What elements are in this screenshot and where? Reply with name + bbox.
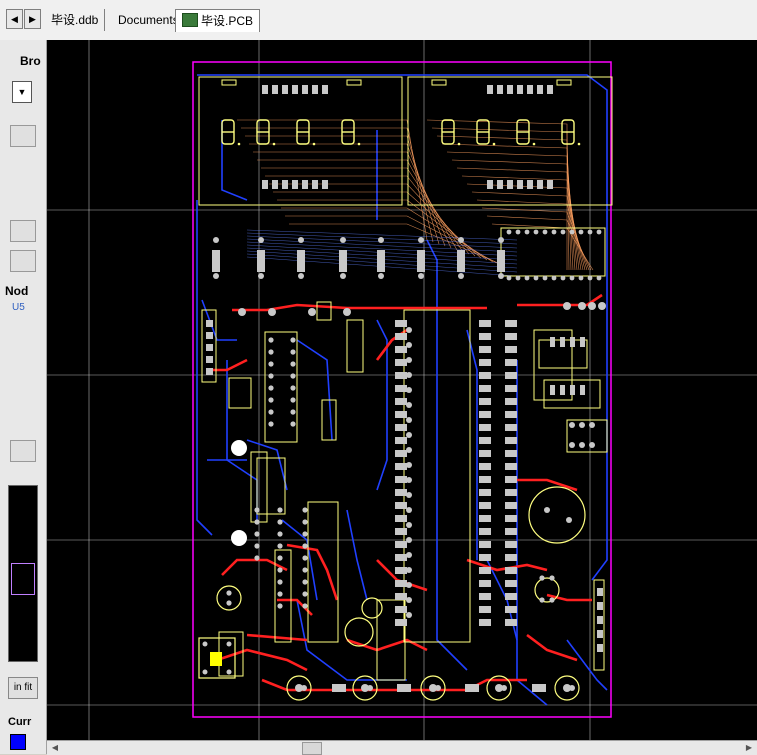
side-panel: Bro ▼ Nod U5 in fit Curr bbox=[0, 40, 47, 754]
ratsnest-lines bbox=[237, 119, 594, 277]
forward-button[interactable]: ▶ bbox=[24, 9, 41, 29]
pcb-drawing bbox=[47, 40, 757, 740]
back-button[interactable]: ◀ bbox=[6, 9, 23, 29]
tab-ddb[interactable]: 毕设.ddb bbox=[45, 9, 106, 31]
node-select-icon[interactable] bbox=[10, 250, 36, 272]
document-tab-bar: ◀ ▶ 毕设.ddb Documents 毕设.PCB bbox=[0, 0, 757, 41]
tab-documents-label: Documents bbox=[118, 13, 179, 27]
fit-button[interactable]: in fit bbox=[8, 677, 38, 699]
tab-ddb-label: 毕设.ddb bbox=[51, 13, 99, 27]
node-value[interactable]: U5 bbox=[12, 302, 25, 313]
browse-label: Bro bbox=[20, 54, 41, 68]
net-node-icon[interactable] bbox=[10, 440, 36, 462]
nodes-label: Nod bbox=[5, 284, 29, 298]
mini-viewer[interactable] bbox=[8, 485, 38, 662]
tab-pcb-label: 毕设.PCB bbox=[201, 14, 254, 28]
browse-combo[interactable]: ▼ bbox=[12, 81, 32, 103]
side-button-1[interactable] bbox=[10, 125, 36, 147]
scroll-right-arrow[interactable]: ▶ bbox=[743, 742, 755, 754]
scroll-thumb[interactable] bbox=[302, 742, 322, 755]
current-layer-label: Curr bbox=[8, 716, 32, 728]
scroll-left-arrow[interactable]: ◀ bbox=[49, 742, 61, 754]
pcb-document-icon bbox=[182, 13, 198, 27]
side-button-2[interactable] bbox=[10, 220, 36, 242]
tab-pcb[interactable]: 毕设.PCB bbox=[175, 9, 261, 32]
mini-viewer-frame[interactable] bbox=[11, 563, 35, 595]
current-layer-swatch[interactable] bbox=[10, 734, 26, 750]
pcb-canvas[interactable] bbox=[47, 40, 757, 740]
horizontal-scrollbar[interactable]: ◀ ▶ bbox=[47, 740, 757, 755]
